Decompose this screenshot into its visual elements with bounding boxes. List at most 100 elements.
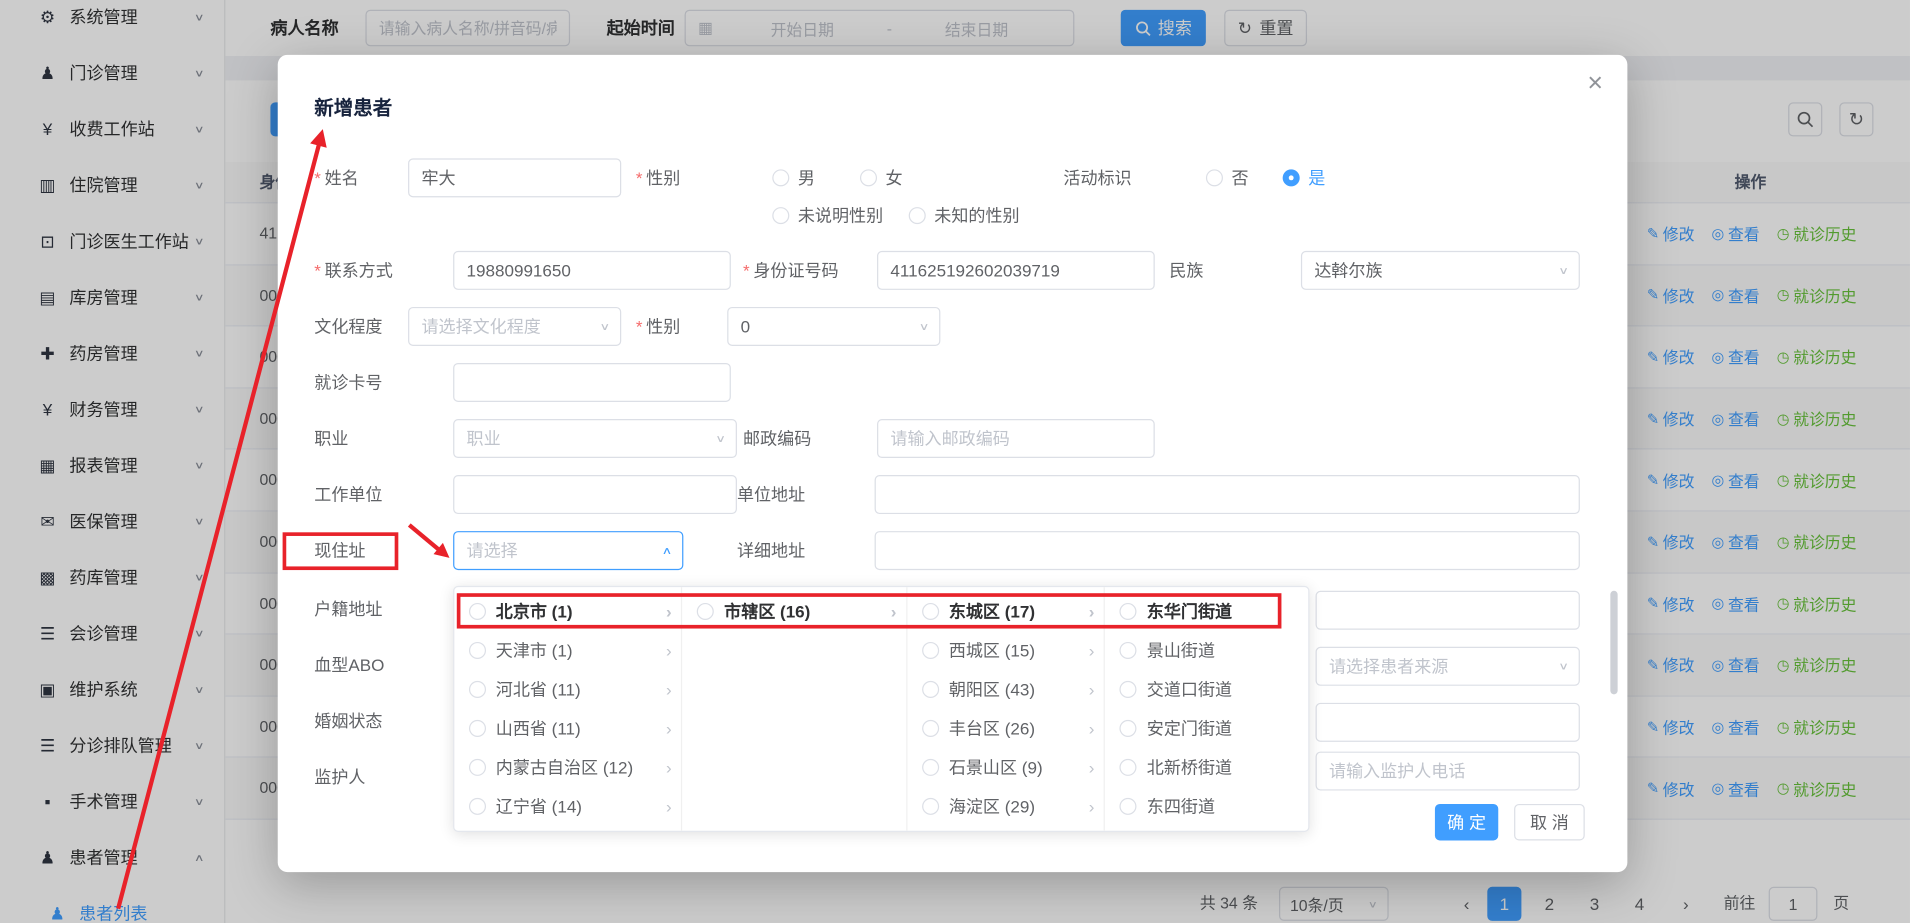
option-label: 北新桥街道 xyxy=(1147,755,1299,779)
occupation-select[interactable]: 职业 ∨ xyxy=(453,419,737,458)
chevron-down-icon: ∨ xyxy=(1558,660,1569,672)
education-placeholder: 请选择文化程度 xyxy=(421,314,540,338)
cascader-option-shanxi[interactable]: 山西省 (11) › xyxy=(454,709,681,748)
chevron-up-icon: ∧ xyxy=(662,545,673,557)
radio-icon xyxy=(922,720,939,737)
cascader-option-liaoning[interactable]: 辽宁省 (14)› xyxy=(454,787,681,826)
cascader-option-neimenggu[interactable]: 内蒙古自治区 (12)› xyxy=(454,748,681,787)
radio-checked-icon xyxy=(1283,169,1300,186)
occupation-label: 职业 xyxy=(314,419,348,458)
required-asterisk: * xyxy=(314,261,321,280)
gender-radio-male[interactable]: 男 xyxy=(772,158,815,197)
household-address-input[interactable] xyxy=(1316,591,1580,630)
name-input[interactable] xyxy=(408,158,621,197)
radio-label: 未知的性别 xyxy=(934,203,1019,227)
radio-label: 男 xyxy=(798,166,815,190)
gender2-value: 0 xyxy=(741,317,750,336)
ethnicity-value: 达斡尔族 xyxy=(1314,258,1382,282)
unit-address-label: 单位地址 xyxy=(737,475,805,514)
option-label: 西城区 (15) xyxy=(949,638,1079,662)
education-select[interactable]: 请选择文化程度 ∨ xyxy=(408,307,621,346)
cascader-option-fengtai[interactable]: 丰台区 (26)› xyxy=(907,709,1104,748)
cascader-street-column: 东华门街道 景山街道 交道口街道 安定门街道 北新桥街道 东四街道 xyxy=(1105,587,1308,831)
radio-icon xyxy=(1120,642,1137,659)
cascader-option-andingmen[interactable]: 安定门街道 xyxy=(1105,709,1308,748)
cascader-option-beijing[interactable]: 北京市 (1) › xyxy=(454,592,681,631)
cascader-province-column: 北京市 (1) › 天津市 (1)› 河北省 (11)› 山西省 (11) › 内蒙… xyxy=(454,587,682,831)
radio-icon xyxy=(469,798,486,815)
cascader-option-tianjin[interactable]: 天津市 (1)› xyxy=(454,631,681,670)
cascader-option-dongsi[interactable]: 东四街道 xyxy=(1105,787,1308,826)
cancel-button[interactable]: 取 消 xyxy=(1514,804,1585,841)
ethnicity-select[interactable]: 达斡尔族 ∨ xyxy=(1301,251,1580,290)
close-icon[interactable]: × xyxy=(1587,67,1603,99)
id-number-input[interactable] xyxy=(877,251,1155,290)
required-asterisk: * xyxy=(743,261,750,280)
radio-icon xyxy=(469,759,486,776)
label-text: 血型ABO xyxy=(314,655,384,674)
cascader-option-beixinqiao[interactable]: 北新桥街道 xyxy=(1105,748,1308,787)
label-text: 性别 xyxy=(646,168,680,187)
card-no-input[interactable] xyxy=(453,363,731,402)
guardian-phone-input[interactable] xyxy=(1316,752,1580,791)
gender-radio-unknown[interactable]: 未知的性别 xyxy=(909,196,1020,235)
required-asterisk: * xyxy=(636,317,643,336)
cascader-option-dongcheng[interactable]: 东城区 (17)› xyxy=(907,592,1104,631)
radio-icon xyxy=(1120,681,1137,698)
label-text: 就诊卡号 xyxy=(314,373,382,392)
radio-icon xyxy=(469,603,486,620)
active-flag-radio-yes[interactable]: 是 xyxy=(1283,158,1326,197)
cascader-option-hebei[interactable]: 河北省 (11)› xyxy=(454,670,681,709)
radio-icon xyxy=(922,798,939,815)
gender-radio-unstated[interactable]: 未说明性别 xyxy=(772,196,883,235)
option-label: 北京市 (1) xyxy=(496,599,657,623)
cascader-option-jingshan[interactable]: 景山街道 xyxy=(1105,631,1308,670)
label-text: 工作单位 xyxy=(314,485,382,504)
unit-address-input[interactable] xyxy=(875,475,1580,514)
chevron-right-icon: › xyxy=(1089,719,1095,738)
marital-input[interactable] xyxy=(1316,703,1580,742)
contact-input[interactable] xyxy=(453,251,731,290)
patient-source-select[interactable]: 请选择患者来源 ∨ xyxy=(1316,647,1580,686)
confirm-button[interactable]: 确 定 xyxy=(1435,804,1498,841)
cascader-option-chaoyang[interactable]: 朝阳区 (43)› xyxy=(907,670,1104,709)
chevron-right-icon: › xyxy=(666,680,672,699)
cascader-option-shijingshan[interactable]: 石景山区 (9)› xyxy=(907,748,1104,787)
active-flag-radio-no[interactable]: 否 xyxy=(1206,158,1249,197)
cascader-city-column: 市辖区 (16)› xyxy=(683,587,908,831)
option-label: 景山街道 xyxy=(1147,638,1299,662)
chevron-right-icon: › xyxy=(666,602,672,621)
cascader-option-shixiaqu[interactable]: 市辖区 (16)› xyxy=(683,592,906,631)
radio-icon xyxy=(772,207,789,224)
option-label: 山西省 (11) xyxy=(496,716,657,740)
postal-input[interactable] xyxy=(877,419,1155,458)
occupation-placeholder: 职业 xyxy=(467,426,501,450)
chevron-right-icon: › xyxy=(666,641,672,660)
label-text: 户籍地址 xyxy=(314,599,382,618)
current-address-label: 现住址 xyxy=(314,531,365,570)
cascader-option-xicheng[interactable]: 西城区 (15)› xyxy=(907,631,1104,670)
guardian-label: 监护人 xyxy=(314,758,365,797)
cascader-option-jiaodaokou[interactable]: 交道口街道 xyxy=(1105,670,1308,709)
gender2-select[interactable]: 0 ∨ xyxy=(727,307,940,346)
radio-icon xyxy=(1120,603,1137,620)
cascader-option-haidian[interactable]: 海淀区 (29)› xyxy=(907,787,1104,826)
current-address-cascader-trigger[interactable]: 请选择 ∧ xyxy=(453,531,683,570)
current-address-placeholder: 请选择 xyxy=(467,538,518,562)
label-text: 现住址 xyxy=(314,541,365,560)
gender-radio-female[interactable]: 女 xyxy=(860,158,903,197)
radio-icon xyxy=(469,720,486,737)
radio-label: 未说明性别 xyxy=(798,203,883,227)
radio-icon xyxy=(1206,169,1223,186)
modal-scrollbar-thumb[interactable] xyxy=(1610,591,1617,695)
chevron-right-icon: › xyxy=(666,719,672,738)
detail-address-input[interactable] xyxy=(875,531,1580,570)
radio-icon xyxy=(1120,720,1137,737)
chevron-down-icon: ∨ xyxy=(600,320,611,332)
chevron-right-icon: › xyxy=(1089,797,1095,816)
radio-icon xyxy=(909,207,926,224)
education-label: 文化程度 xyxy=(314,307,382,346)
cascader-option-donghuamen[interactable]: 东华门街道 xyxy=(1105,592,1308,631)
radio-icon xyxy=(1120,798,1137,815)
work-unit-input[interactable] xyxy=(453,475,737,514)
